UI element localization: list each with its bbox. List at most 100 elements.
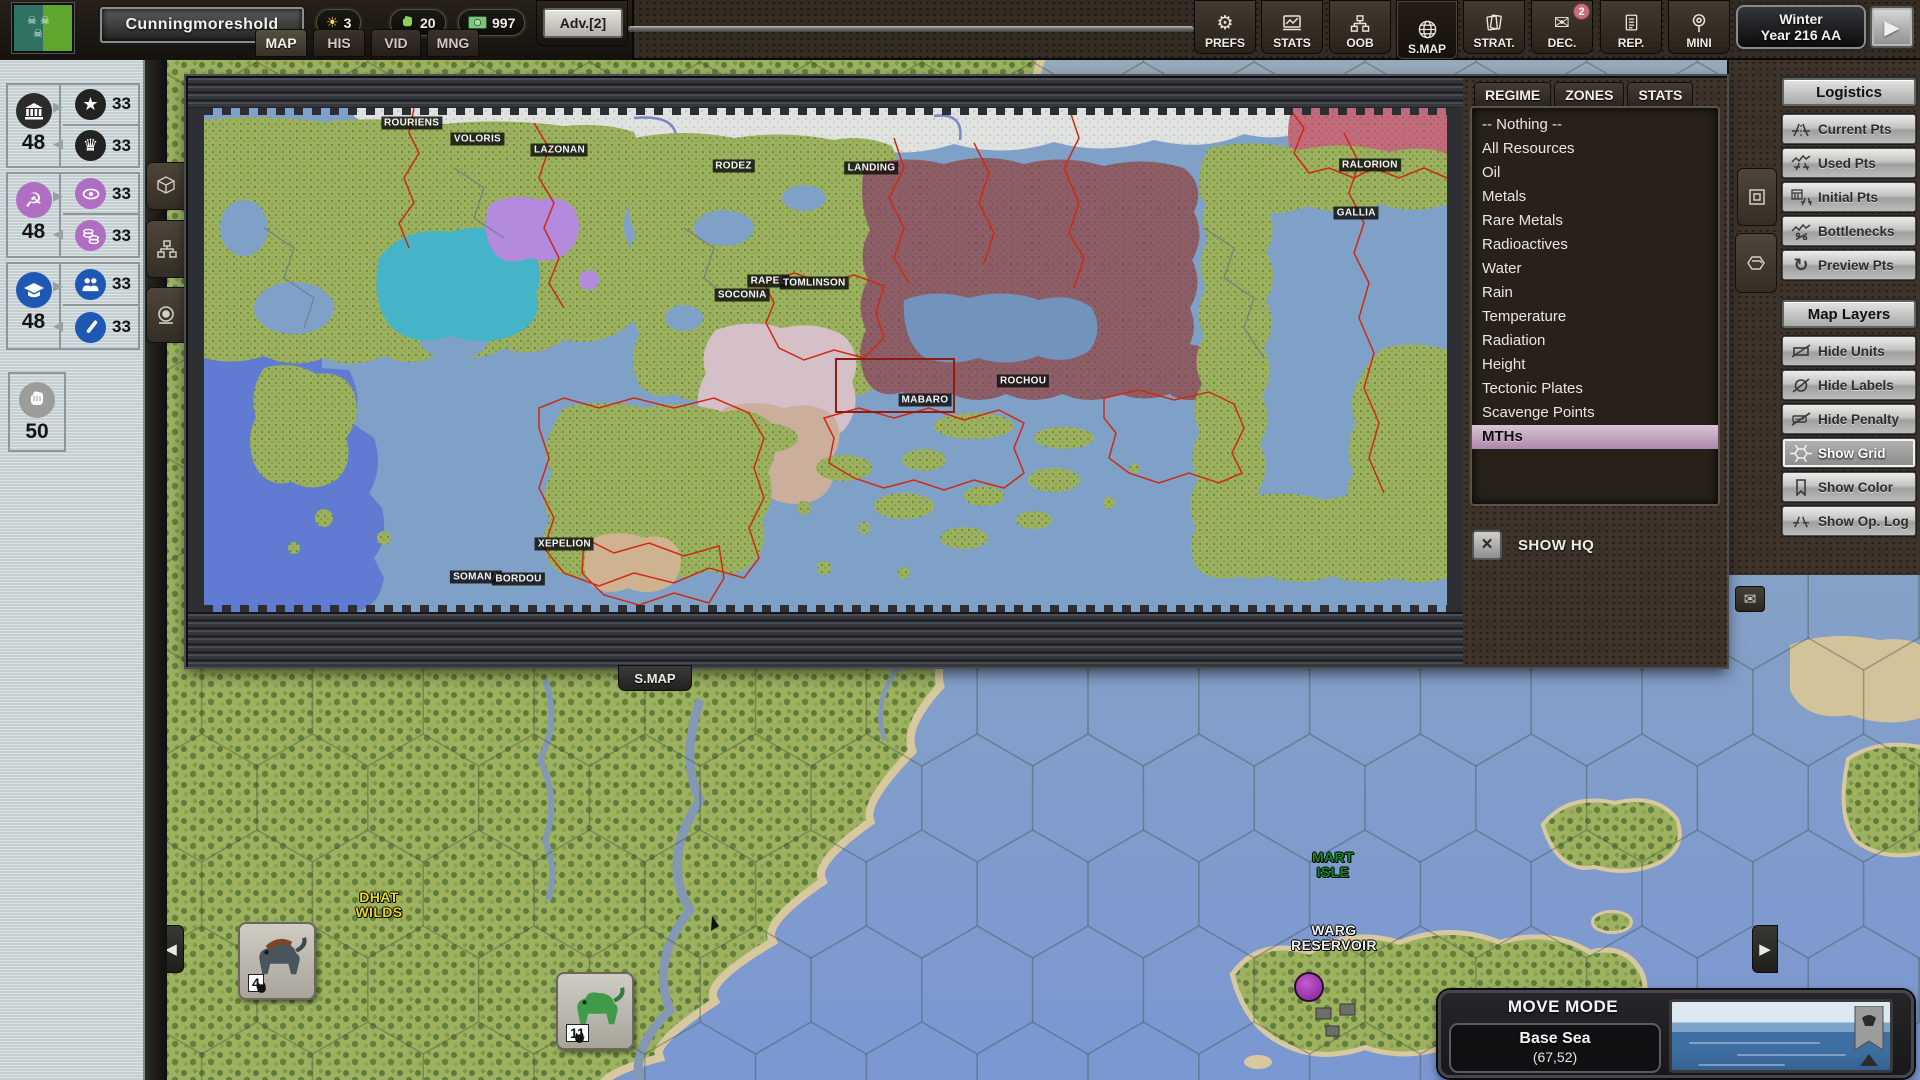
- education-icon: [16, 272, 52, 308]
- smap-bottom-tab[interactable]: S.MAP: [618, 665, 692, 691]
- city-label: GALLIA: [1334, 206, 1379, 219]
- banknote-icon: [468, 16, 487, 29]
- hide-units-icon: [1789, 340, 1813, 362]
- org-chart-icon: [1349, 11, 1371, 35]
- mini-button[interactable]: MINI: [1668, 0, 1730, 54]
- tab-stats[interactable]: STATS: [1627, 82, 1693, 106]
- unrest-stat-box[interactable]: 50: [8, 372, 66, 452]
- bookmark-icon: [1789, 476, 1813, 498]
- used-pts-button[interactable]: Used Pts: [1782, 148, 1916, 178]
- smap-button[interactable]: S.MAP: [1396, 0, 1458, 60]
- fist-icon: [19, 382, 55, 418]
- coins-icon: [75, 220, 106, 251]
- skull-icon: ☠: [27, 16, 37, 27]
- end-turn-button[interactable]: ▶: [1870, 6, 1914, 48]
- layer-item[interactable]: Metals: [1472, 185, 1718, 209]
- org-structure-tab[interactable]: [146, 220, 188, 278]
- city-label: SOCONIA: [715, 288, 770, 301]
- people-icon: [75, 269, 106, 300]
- current-pts-button[interactable]: Current Pts: [1782, 114, 1916, 144]
- layer-item[interactable]: Rare Metals: [1472, 209, 1718, 233]
- prefs-button[interactable]: ⚙ PREFS: [1194, 0, 1256, 54]
- hide-labels-icon: [1789, 374, 1813, 396]
- tab-map[interactable]: MAP: [255, 29, 307, 57]
- faction-flag[interactable]: ☠ ☠ ☠: [12, 3, 74, 53]
- hexagon-icon: [1746, 253, 1766, 273]
- beast-unit-counter[interactable]: 4: [238, 922, 316, 1000]
- layer-item[interactable]: Scavenge Points: [1472, 401, 1718, 425]
- location-display: Base Sea (67,52): [1449, 1023, 1661, 1073]
- window-top-frame[interactable]: [188, 78, 1463, 108]
- eye-value: 33: [112, 184, 131, 204]
- adv-button[interactable]: Adv.[2]: [543, 8, 623, 38]
- target-tab[interactable]: [146, 287, 186, 343]
- hex-grid-icon: [1789, 442, 1813, 464]
- hex-layer-tab[interactable]: [1735, 233, 1777, 293]
- strategic-world-map[interactable]: ROURIENS VOLORIS LAZONAN RODEZ LANDING R…: [204, 108, 1447, 612]
- arrow-left-icon: ◀: [53, 226, 63, 242]
- show-grid-button[interactable]: Show Grid: [1782, 438, 1916, 468]
- hide-penalty-button[interactable]: Hide Penalty: [1782, 404, 1916, 434]
- refresh-icon: ↻: [1789, 254, 1813, 276]
- year-label: Year 216 AA: [1761, 27, 1841, 43]
- beast-unit-counter-2[interactable]: 11: [556, 972, 634, 1050]
- strat-button[interactable]: STRAT.: [1463, 0, 1525, 54]
- show-hq-checkbox[interactable]: ×: [1472, 530, 1502, 560]
- layer-item[interactable]: All Resources: [1472, 137, 1718, 161]
- region-label-mart-isle: MARTISLE: [1312, 850, 1354, 880]
- show-op-log-button[interactable]: Show Op. Log: [1782, 506, 1916, 536]
- preview-pts-button[interactable]: ↻ Preview Pts: [1782, 250, 1916, 280]
- frame-layer-tab[interactable]: [1737, 168, 1777, 226]
- government-stat-group[interactable]: 48 ▶ ◀ ★ 33 ♛ 33: [6, 83, 140, 168]
- rep-button[interactable]: REP.: [1600, 0, 1662, 54]
- bottlenecks-button[interactable]: Bottlenecks: [1782, 216, 1916, 246]
- layer-item[interactable]: -- Nothing --: [1472, 113, 1718, 137]
- mode-label: MOVE MODE: [1463, 997, 1663, 1017]
- society-stat-group[interactable]: 48 ▶ ◀ 33 33: [6, 262, 140, 350]
- region-label-warg-reservoir: WARGRESERVOIR: [1291, 923, 1377, 953]
- credits-value: 997: [492, 15, 515, 31]
- calendar-road-icon: [1789, 186, 1813, 208]
- layer-item[interactable]: Rain: [1472, 281, 1718, 305]
- layer-item[interactable]: Water: [1472, 257, 1718, 281]
- cat-icon: [573, 1031, 586, 1044]
- tab-vid[interactable]: VID: [371, 29, 421, 57]
- city-label: TOMLINSON: [780, 276, 849, 289]
- viewport-rectangle[interactable]: [835, 358, 954, 413]
- hide-units-button[interactable]: Hide Units: [1782, 336, 1916, 366]
- message-tab[interactable]: ✉: [1735, 586, 1765, 612]
- dec-button[interactable]: 2 ✉ DEC.: [1531, 0, 1593, 54]
- game-screen: { "top_bar": { "faction_name": "Cunningm…: [0, 0, 1920, 1080]
- oob-button[interactable]: OOB: [1329, 0, 1391, 54]
- show-color-button[interactable]: Show Color: [1782, 472, 1916, 502]
- tab-regime[interactable]: REGIME: [1474, 82, 1551, 106]
- chart-road-icon: [1789, 152, 1813, 174]
- arrow-right-icon: ▶: [53, 188, 63, 204]
- tab-his[interactable]: HIS: [313, 29, 365, 57]
- hide-labels-button[interactable]: Hide Labels: [1782, 370, 1916, 400]
- government-value: 48: [8, 131, 59, 155]
- tab-zones[interactable]: ZONES: [1554, 82, 1624, 106]
- enemy-unit-marker[interactable]: [1294, 972, 1324, 1002]
- city-label: RODEZ: [712, 159, 755, 172]
- turn-display: Winter Year 216 AA: [1736, 5, 1866, 49]
- layer-item[interactable]: Radioactives: [1472, 233, 1718, 257]
- layer-item[interactable]: Oil: [1472, 161, 1718, 185]
- envelope-icon: ✉: [1744, 590, 1757, 608]
- stats-button[interactable]: STATS: [1261, 0, 1323, 54]
- initial-pts-button[interactable]: Initial Pts: [1782, 182, 1916, 212]
- layer-item[interactable]: Height: [1472, 353, 1718, 377]
- window-bottom-frame[interactable]: [188, 612, 1463, 667]
- cat-icon: [255, 981, 268, 994]
- cube-tab[interactable]: [146, 162, 186, 210]
- layer-item[interactable]: MTHs: [1472, 425, 1718, 449]
- scroll-right-arrow[interactable]: ▶: [1752, 925, 1778, 973]
- layer-item[interactable]: Temperature: [1472, 305, 1718, 329]
- city-label: ROCHOU: [997, 375, 1049, 388]
- tab-mng[interactable]: MNG: [427, 29, 479, 57]
- politics-stat-group[interactable]: ☭ 48 ▶ ◀ 33 33: [6, 172, 140, 258]
- layer-item[interactable]: Tectonic Plates: [1472, 377, 1718, 401]
- arrow-left-icon: ◀: [53, 136, 63, 152]
- star-icon: ★: [75, 89, 106, 120]
- layer-item[interactable]: Radiation: [1472, 329, 1718, 353]
